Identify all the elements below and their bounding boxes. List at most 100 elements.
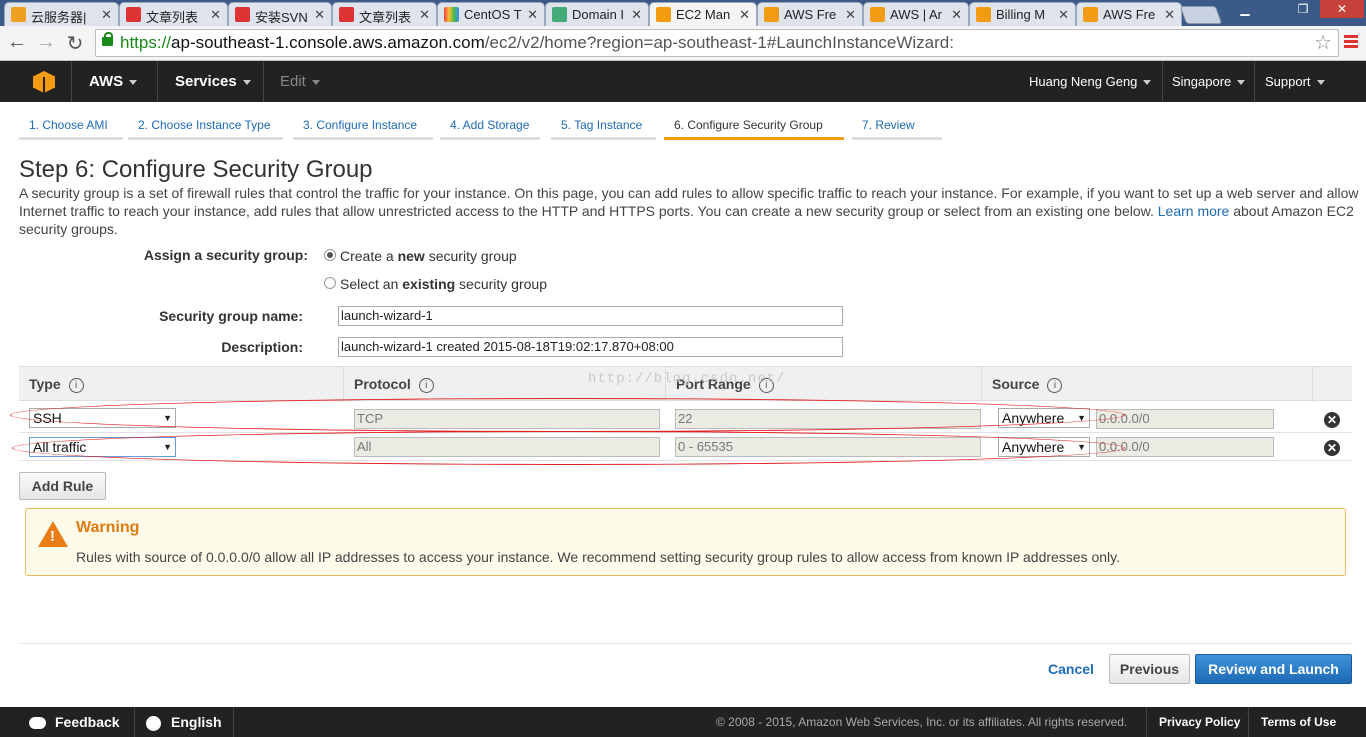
- wizard-step-security-group[interactable]: 6. Configure Security Group: [664, 112, 844, 140]
- nav-divider: [71, 61, 72, 102]
- browser-tab[interactable]: CentOS T ✕: [437, 2, 545, 26]
- terms-of-use-link[interactable]: Terms of Use: [1261, 707, 1336, 737]
- copyright-text: © 2008 - 2015, Amazon Web Services, Inc.…: [716, 715, 1128, 729]
- feedback-link[interactable]: Feedback: [29, 707, 120, 737]
- browser-tab[interactable]: 文章列表 ✕: [119, 2, 228, 26]
- globe-icon: [146, 715, 161, 731]
- region-menu[interactable]: Singapore: [1172, 61, 1246, 102]
- close-tab-icon[interactable]: ✕: [419, 7, 430, 23]
- bookmark-star-icon[interactable]: ☆: [1314, 30, 1332, 56]
- close-tab-icon[interactable]: ✕: [527, 7, 538, 23]
- close-tab-icon[interactable]: ✕: [210, 7, 221, 23]
- chevron-down-icon: [242, 79, 251, 85]
- aws-top-nav: AWS Services Edit Huang Neng Geng Singap…: [0, 61, 1366, 102]
- reload-icon[interactable]: ↻: [63, 31, 87, 56]
- wizard-step-tag-instance[interactable]: 5. Tag Instance: [551, 112, 656, 140]
- review-and-launch-button[interactable]: Review and Launch: [1195, 654, 1352, 684]
- description-input[interactable]: launch-wizard-1 created 2015-08-18T19:02…: [338, 337, 843, 357]
- close-tab-icon[interactable]: ✕: [845, 7, 856, 23]
- assign-security-group-label: Assign a security group:: [143, 247, 308, 263]
- close-tab-icon[interactable]: ✕: [314, 7, 325, 23]
- select-existing-radio[interactable]: [324, 277, 336, 289]
- browser-tab[interactable]: AWS Fre ✕: [757, 2, 863, 26]
- address-bar[interactable]: https://ap-southeast-1.console.aws.amazo…: [95, 29, 1339, 57]
- select-existing-option-label[interactable]: Select an existing security group: [340, 276, 547, 292]
- browser-tab[interactable]: 安装SVN ✕: [228, 2, 332, 26]
- option-text: Create a: [340, 248, 398, 264]
- region-name: Singapore: [1172, 74, 1232, 89]
- wizard-step-add-storage[interactable]: 4. Add Storage: [440, 112, 540, 140]
- support-label: Support: [1265, 74, 1311, 89]
- close-tab-icon[interactable]: ✕: [1164, 7, 1175, 23]
- browser-menu-icon[interactable]: [1344, 35, 1358, 49]
- tab-favicon-icon: [235, 7, 250, 22]
- create-new-option-label[interactable]: Create a new security group: [340, 248, 517, 264]
- aws-menu[interactable]: AWS: [89, 61, 138, 102]
- minimize-window-icon[interactable]: ▁: [1233, 0, 1257, 18]
- close-tab-icon[interactable]: ✕: [1058, 7, 1069, 23]
- tab-label: Domain I: [572, 7, 625, 22]
- nav-divider: [157, 61, 158, 102]
- column-header-label: Protocol: [354, 376, 411, 392]
- close-tab-icon[interactable]: ✕: [631, 7, 642, 23]
- delete-rule-icon[interactable]: ✕: [1324, 412, 1340, 428]
- page-footer: Feedback English © 2008 - 2015, Amazon W…: [0, 707, 1366, 737]
- warning-icon: !: [38, 521, 68, 547]
- edit-menu-label: Edit: [280, 73, 306, 90]
- wizard-step-instance-type[interactable]: 2. Choose Instance Type: [128, 112, 283, 140]
- browser-tab[interactable]: Domain I ✕: [545, 2, 649, 26]
- tab-label: AWS Fre: [784, 7, 837, 22]
- browser-tab[interactable]: AWS | Ar ✕: [863, 2, 969, 26]
- tab-favicon-icon: [339, 7, 354, 22]
- page-title: Step 6: Configure Security Group: [19, 156, 373, 183]
- option-text: Select an: [340, 276, 403, 292]
- create-new-radio[interactable]: [324, 249, 336, 261]
- column-header-type: Type i: [19, 367, 344, 402]
- close-window-icon[interactable]: ✕: [1320, 0, 1364, 18]
- close-tab-icon[interactable]: ✕: [951, 7, 962, 23]
- security-group-name-input[interactable]: launch-wizard-1: [338, 306, 843, 326]
- chevron-down-icon: [311, 79, 320, 85]
- browser-tab-strip: 云服务器| ✕ 文章列表 ✕ 安装SVN ✕ 文章列表 ✕ CentOS T ✕ Doma…: [0, 0, 1366, 27]
- wizard-step-configure-instance[interactable]: 3. Configure Instance: [293, 112, 433, 140]
- support-menu[interactable]: Support: [1265, 61, 1325, 102]
- info-icon[interactable]: i: [418, 377, 434, 393]
- browser-tab[interactable]: Billing M ✕: [969, 2, 1076, 26]
- browser-toolbar: ← → ↻ https://ap-southeast-1.console.aws…: [0, 26, 1366, 61]
- language-selector[interactable]: English: [146, 707, 222, 737]
- close-tab-icon[interactable]: ✕: [739, 7, 750, 23]
- learn-more-link[interactable]: Learn more: [1158, 203, 1230, 219]
- browser-tab[interactable]: AWS Fre ✕: [1076, 2, 1182, 26]
- previous-button[interactable]: Previous: [1109, 654, 1190, 684]
- tab-label: 云服务器|: [31, 10, 87, 25]
- browser-tab[interactable]: 云服务器| ✕: [4, 2, 119, 26]
- aws-cube-logo-icon[interactable]: [33, 71, 55, 93]
- info-icon[interactable]: i: [68, 377, 84, 393]
- close-tab-icon[interactable]: ✕: [101, 7, 112, 23]
- back-icon[interactable]: ←: [5, 31, 29, 54]
- nav-divider: [1254, 61, 1255, 102]
- browser-tab-active[interactable]: EC2 Man ✕: [649, 2, 757, 27]
- tab-label: EC2 Man: [676, 7, 731, 22]
- wizard-step-choose-ami[interactable]: 1. Choose AMI: [19, 112, 123, 140]
- delete-rule-icon[interactable]: ✕: [1324, 440, 1340, 456]
- info-icon[interactable]: i: [1047, 377, 1063, 393]
- watermark-text: http://blog.csdn.net/: [588, 371, 786, 387]
- browser-tab[interactable]: 文章列表 ✕: [332, 2, 437, 26]
- tab-label: Billing M: [996, 7, 1046, 22]
- new-tab-button[interactable]: [1179, 6, 1223, 24]
- cancel-link[interactable]: Cancel: [1048, 661, 1094, 677]
- highlight-annotation: [12, 431, 1125, 465]
- forward-icon[interactable]: →: [34, 31, 58, 54]
- tab-label: AWS Fre: [1103, 7, 1156, 22]
- security-group-name-label: Security group name:: [159, 308, 303, 324]
- restore-window-icon[interactable]: ❐: [1290, 0, 1316, 18]
- wizard-step-review[interactable]: 7. Review: [852, 112, 942, 140]
- services-menu[interactable]: Services: [175, 61, 251, 102]
- privacy-policy-link[interactable]: Privacy Policy: [1159, 707, 1240, 737]
- edit-menu[interactable]: Edit: [280, 61, 320, 102]
- option-text: security group: [455, 276, 547, 292]
- account-menu[interactable]: Huang Neng Geng: [1029, 61, 1152, 102]
- tab-label: 安装SVN: [255, 10, 308, 25]
- add-rule-button[interactable]: Add Rule: [19, 472, 106, 500]
